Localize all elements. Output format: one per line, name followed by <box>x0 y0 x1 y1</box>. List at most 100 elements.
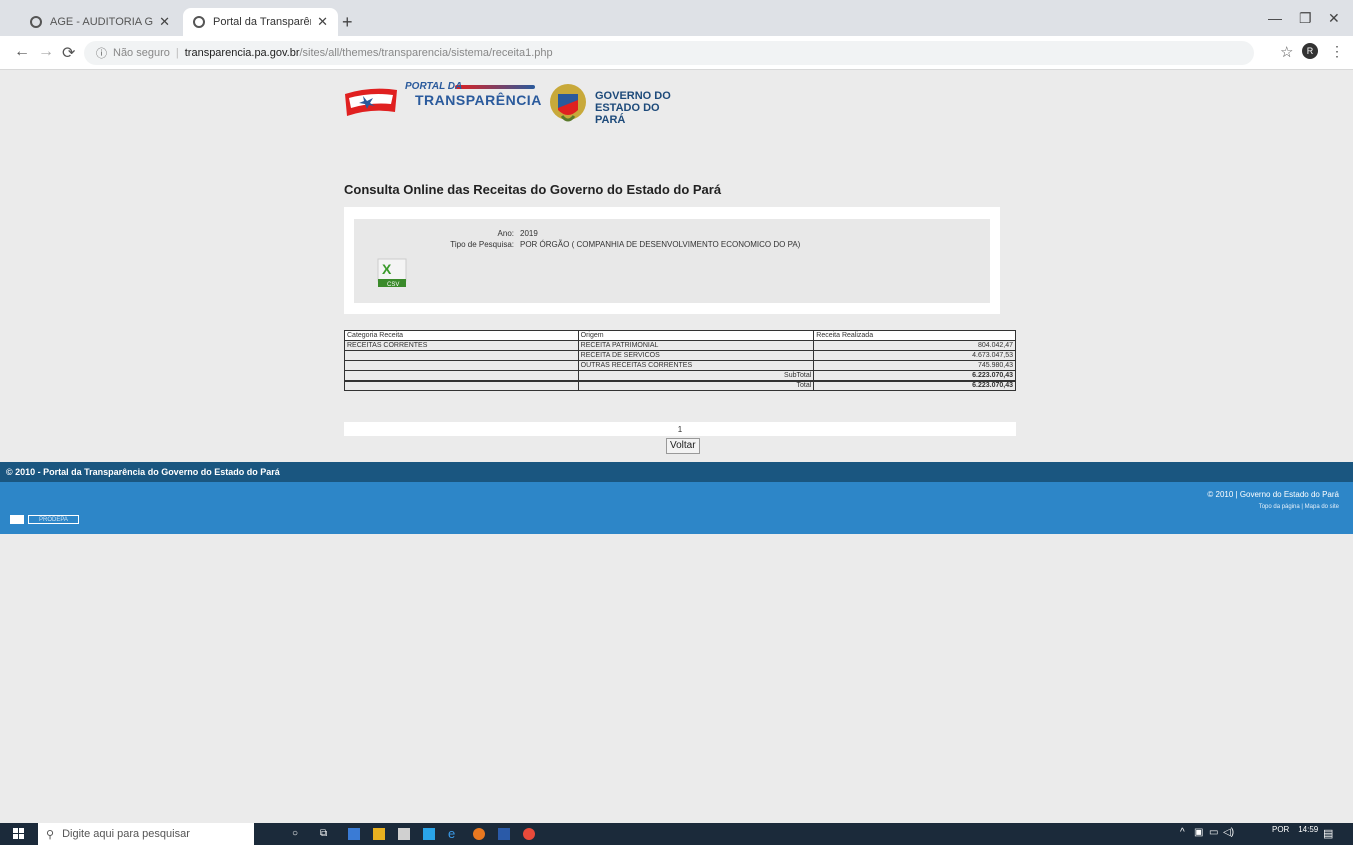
query-info-box: Ano: 2019 Tipo de Pesquisa: POR ÓRGÃO ( … <box>354 219 990 303</box>
tab-title: AGE - AUDITORIA GERAL DO E <box>50 16 154 28</box>
categoria-cell <box>344 350 579 361</box>
windows-start-icon[interactable] <box>13 828 24 839</box>
footer-link-separator: | <box>1301 504 1303 510</box>
url-separator: | <box>175 47 179 59</box>
reload-icon[interactable]: ⟳ <box>62 43 75 63</box>
column-header: Categoria Receita <box>344 330 579 341</box>
link-mapa-site[interactable]: Mapa do site <box>1305 504 1339 510</box>
close-tab-icon[interactable]: ✕ <box>159 14 170 30</box>
taskbar-search-input[interactable]: ⚲ Digite aqui para pesquisar <box>38 823 254 845</box>
security-status: Não seguro <box>113 47 170 59</box>
gov-line-1: GOVERNO DO <box>595 90 671 102</box>
tipo-pesquisa-value: POR ÓRGÃO ( COMPANHIA DE DESENVOLVIMENTO… <box>520 240 801 249</box>
display-icon[interactable]: ▭ <box>1209 827 1218 838</box>
link-topo-pagina[interactable]: Topo da página <box>1259 504 1300 510</box>
government-logo-text: GOVERNO DO ESTADO DO PARÁ <box>595 90 683 126</box>
browser-tab-portal[interactable]: Portal da Transparência ✕ <box>183 8 338 36</box>
subtotal-row: SubTotal 6.223.070,43 <box>344 370 1016 381</box>
browser-toolbar: ← → ⟳ ⓘ Não seguro | transparencia.pa.go… <box>0 36 1353 70</box>
origem-cell: RECEITA DE SERVICOS <box>577 350 815 361</box>
volume-icon[interactable]: ◁) <box>1223 827 1234 838</box>
info-icon[interactable]: ⓘ <box>96 45 107 61</box>
subtotal-label: SubTotal <box>577 370 815 381</box>
globe-icon <box>193 16 205 28</box>
minimize-icon[interactable]: — <box>1268 10 1282 26</box>
table-row: RECEITAS CORRENTES RECEITA PATRIMONIAL 8… <box>344 340 1016 351</box>
firefox-icon[interactable] <box>473 828 485 840</box>
valor-cell: 4.673.047,53 <box>813 350 1016 361</box>
new-tab-button[interactable]: + <box>342 12 353 33</box>
pagination-bar: 1 <box>344 422 1016 436</box>
tray-language-time[interactable]: POR 14:59 <box>1272 825 1318 834</box>
total-label: Total <box>577 379 815 391</box>
site-header: PORTAL DA TRANSPARÊNCIA GOVERNO DO ESTAD… <box>343 78 683 138</box>
total-row: Total 6.223.070,43 <box>344 379 1016 391</box>
subtotal-value: 6.223.070,43 <box>813 370 1016 381</box>
prodepa-flag-icon <box>10 515 24 524</box>
close-window-icon[interactable]: ✕ <box>1328 10 1340 27</box>
tray-chevron-icon[interactable]: ^ <box>1180 827 1185 838</box>
gov-line-2: ESTADO DO PARÁ <box>595 102 660 126</box>
mail-icon[interactable] <box>398 828 410 840</box>
footer-top-text: © 2010 - Portal da Transparência do Gove… <box>6 467 280 477</box>
empty-cell <box>344 370 579 381</box>
url-path: /sites/all/themes/transparencia/sistema/… <box>299 47 553 59</box>
close-tab-icon[interactable]: ✕ <box>317 14 328 30</box>
bookmark-star-icon[interactable]: ☆ <box>1280 43 1293 61</box>
valor-cell: 745.980,43 <box>813 360 1016 371</box>
network-icon[interactable]: ▣ <box>1194 827 1203 838</box>
table-row: RECEITA DE SERVICOS 4.673.047,53 <box>344 350 1016 361</box>
task-view-icon[interactable]: ⧉ <box>320 828 327 839</box>
footer-copyright: © 2010 | Governo do Estado do Pará <box>1207 490 1339 499</box>
menu-kebab-icon[interactable]: ⋮ <box>1330 43 1344 60</box>
profile-avatar[interactable]: R <box>1302 43 1318 59</box>
chrome-icon[interactable] <box>523 828 535 840</box>
categoria-cell <box>344 360 579 371</box>
edge-icon[interactable]: e <box>448 826 455 841</box>
back-arrow-icon[interactable]: ← <box>14 43 30 61</box>
origem-cell: OUTRAS RECEITAS CORRENTES <box>577 360 815 371</box>
csv-export-icon[interactable]: X CSV <box>376 257 408 289</box>
restore-icon[interactable]: ❐ <box>1299 10 1312 27</box>
receitas-table: Categoria Receita Origem Receita Realiza… <box>344 330 1016 391</box>
query-info-panel: Ano: 2019 Tipo de Pesquisa: POR ÓRGÃO ( … <box>344 207 1000 314</box>
total-value: 6.223.070,43 <box>813 379 1016 391</box>
table-header-row: Categoria Receita Origem Receita Realiza… <box>344 330 1016 341</box>
forward-arrow-icon[interactable]: → <box>38 43 54 61</box>
prodepa-label: PRODEPA <box>28 515 79 524</box>
prodepa-badge[interactable]: PRODEPA <box>10 515 79 524</box>
url-host: transparencia.pa.gov.br <box>184 47 300 59</box>
para-flag-logo[interactable] <box>343 84 399 118</box>
file-explorer-icon[interactable] <box>348 828 360 840</box>
page-title: Consulta Online das Receitas do Governo … <box>344 182 722 197</box>
ano-value: 2019 <box>520 229 538 238</box>
app-icon[interactable] <box>423 828 435 840</box>
notifications-icon[interactable]: ▤ <box>1323 827 1333 840</box>
cortana-icon[interactable]: ○ <box>292 828 298 839</box>
svg-text:X: X <box>382 261 392 277</box>
search-icon: ⚲ <box>46 828 55 841</box>
logo-stripe <box>455 85 535 89</box>
footer-top-bar: © 2010 - Portal da Transparência do Gove… <box>0 462 1353 482</box>
categoria-cell: RECEITAS CORRENTES <box>344 340 579 351</box>
column-header: Receita Realizada <box>813 330 1016 341</box>
footer-bottom-bar: © 2010 | Governo do Estado do Pará Topo … <box>0 482 1353 534</box>
portal-logo-small: PORTAL DA <box>405 81 463 92</box>
tipo-pesquisa-label: Tipo de Pesquisa: <box>450 240 514 249</box>
page-number-link[interactable]: 1 <box>344 425 1016 434</box>
address-bar[interactable]: ⓘ Não seguro | transparencia.pa.gov.br /… <box>84 41 1254 65</box>
browser-tab-age[interactable]: AGE - AUDITORIA GERAL DO E ✕ <box>20 8 180 36</box>
store-icon[interactable] <box>373 828 385 840</box>
browser-tab-bar: AGE - AUDITORIA GERAL DO E ✕ Portal da T… <box>0 0 1353 36</box>
portal-logo-title: TRANSPARÊNCIA <box>415 92 542 108</box>
column-header: Origem <box>577 330 815 341</box>
ano-label: Ano: <box>497 229 514 238</box>
windows-taskbar: ⚲ Digite aqui para pesquisar ○ ⧉ e ^ ▣ ▭… <box>0 823 1353 845</box>
language-indicator: POR <box>1272 825 1290 834</box>
state-coat-of-arms-icon <box>550 84 586 122</box>
clock-time: 14:59 <box>1298 825 1319 834</box>
voltar-button[interactable]: Voltar <box>666 438 700 454</box>
globe-icon <box>30 16 42 28</box>
word-icon[interactable] <box>498 828 510 840</box>
tab-title: Portal da Transparência <box>213 16 311 28</box>
